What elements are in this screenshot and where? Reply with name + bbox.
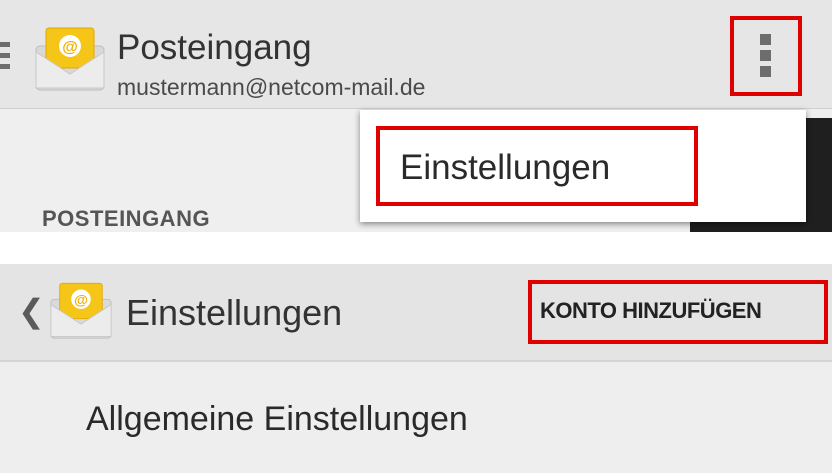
inbox-action-bar: @ Posteingang mustermann@netcom-mail.de <box>0 0 832 109</box>
drawer-handle-icon[interactable] <box>0 42 12 72</box>
menu-item-settings[interactable]: Einstellungen <box>376 126 698 206</box>
overflow-menu-popup: Einstellungen <box>360 110 806 222</box>
overflow-menu-button[interactable] <box>730 16 802 96</box>
email-app-icon: @ <box>34 22 106 92</box>
settings-title: Einstellungen <box>126 292 343 333</box>
menu-item-settings-label: Einstellungen <box>400 148 611 187</box>
settings-screenshot: ❮ @ Einstellungen KONTO HINZUFÜGEN Allge… <box>0 264 832 473</box>
account-email: mustermann@netcom-mail.de <box>117 74 426 100</box>
svg-text:@: @ <box>62 39 78 56</box>
inbox-screenshot: @ Posteingang mustermann@netcom-mail.de … <box>0 0 832 232</box>
email-app-icon[interactable]: @ <box>48 278 114 340</box>
settings-action-bar: ❮ @ Einstellungen KONTO HINZUFÜGEN <box>0 264 832 362</box>
add-account-label: KONTO HINZUFÜGEN <box>540 298 762 323</box>
list-item-general-settings[interactable]: Allgemeine Einstellungen <box>0 362 832 473</box>
list-item-label: Allgemeine Einstellungen <box>86 400 468 438</box>
panel-separator <box>0 232 832 264</box>
more-vertical-icon <box>760 34 771 82</box>
svg-text:@: @ <box>74 293 88 309</box>
add-account-button[interactable]: KONTO HINZUFÜGEN <box>528 280 828 344</box>
inbox-title: Posteingang <box>117 28 312 67</box>
chevron-left-icon[interactable]: ❮ <box>18 292 45 330</box>
section-header: POSTEINGANG <box>42 206 211 231</box>
